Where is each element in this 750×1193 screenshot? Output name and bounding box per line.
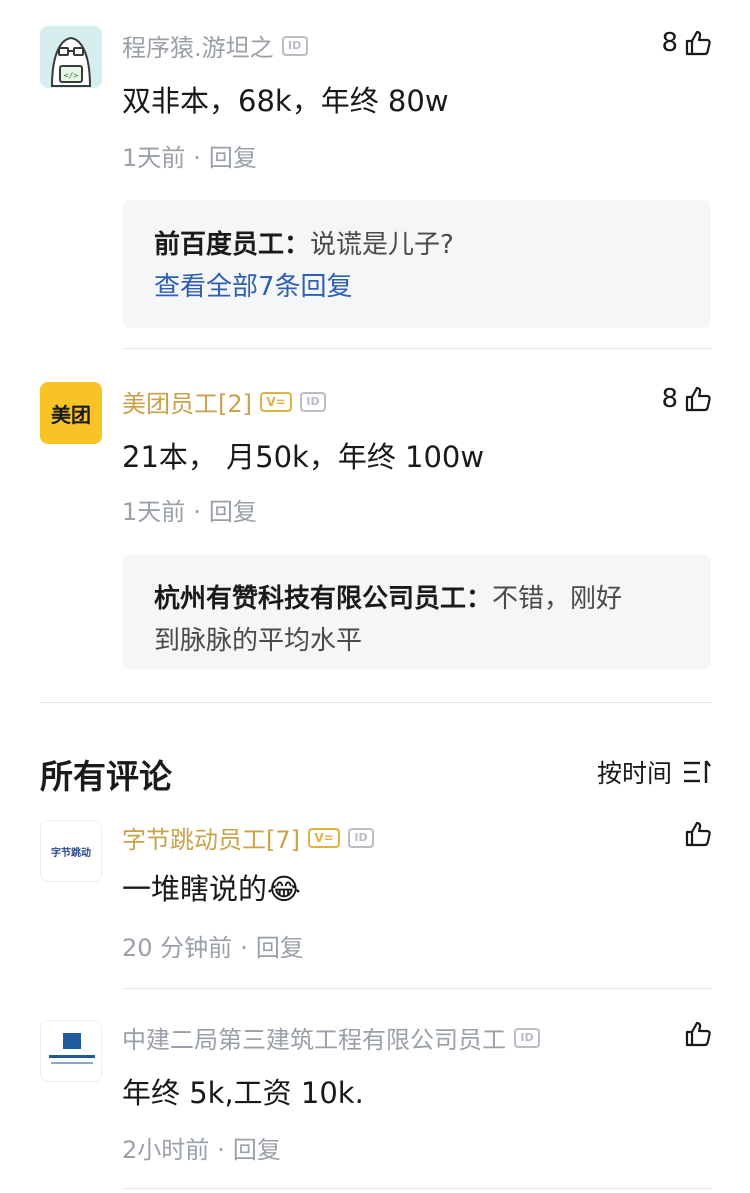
reply-author[interactable]: 前百度员工： xyxy=(154,230,310,260)
author-row: 字节跳动员工[7] V= ID xyxy=(122,820,374,855)
comment-time: 2小时前 xyxy=(122,1136,210,1164)
verified-badge-icon: V= xyxy=(260,391,292,412)
comment-time: 20 分钟前 xyxy=(122,934,233,962)
id-badge-icon: ID xyxy=(281,35,308,56)
comment-content: 一堆瞎说的😂 xyxy=(122,872,301,906)
bytedance-logo-text: 字节跳动 xyxy=(51,847,91,859)
meituan-logo-text: 美团 xyxy=(51,402,91,427)
sort-button[interactable]: 按时间 xyxy=(597,754,712,790)
reply-text: 说谎是儿子? xyxy=(310,230,454,260)
comment-meta: 1天前 · 回复 xyxy=(122,492,257,527)
author-name[interactable]: 美团员工[2] xyxy=(122,384,252,419)
reply-preview-box[interactable]: 前百度员工：说谎是儿子? 查看全部7条回复 xyxy=(122,200,711,328)
thumbs-up-icon xyxy=(685,1021,711,1047)
meta-separator: · xyxy=(193,498,201,526)
company-logo-icon xyxy=(49,1033,95,1064)
section-divider xyxy=(40,702,712,703)
sort-label: 按时间 xyxy=(596,759,672,788)
avatar[interactable]: </> xyxy=(40,26,102,88)
like-button[interactable]: 8 xyxy=(661,28,712,58)
divider xyxy=(122,1188,712,1189)
id-badge-icon: ID xyxy=(514,1027,540,1048)
thumbs-up-icon xyxy=(685,821,711,847)
like-button[interactable] xyxy=(684,1020,712,1048)
meta-separator: · xyxy=(193,144,201,172)
meta-separator: · xyxy=(240,934,248,962)
thumbs-up-icon xyxy=(685,386,711,412)
like-count: 8 xyxy=(661,384,678,414)
reply-text-continued: 到脉脉的平均水平 xyxy=(154,626,363,656)
comment-time: 1天前 xyxy=(122,498,186,526)
comment-meta: 2小时前 · 回复 xyxy=(122,1130,281,1165)
view-all-replies-link[interactable]: 查看全部7条回复 xyxy=(154,266,679,308)
comment-time: 1天前 xyxy=(122,144,186,172)
comments-page: </> 程序猿.游坦之 ID 8 双非本，68k，年终 80w 1天前 · 回复 前… xyxy=(0,0,750,1193)
reply-link[interactable]: 回复 xyxy=(233,1136,281,1164)
meta-separator: · xyxy=(217,1136,225,1164)
section-title: 所有评论 xyxy=(40,757,172,796)
like-count: 8 xyxy=(661,28,678,58)
reply-author[interactable]: 杭州有赞科技有限公司员工： xyxy=(154,584,492,614)
author-name[interactable]: 程序猿.游坦之 xyxy=(122,28,274,63)
reply-link[interactable]: 回复 xyxy=(209,498,257,526)
author-name[interactable]: 字节跳动员工[7] xyxy=(122,820,300,855)
verified-badge-icon: V= xyxy=(308,827,340,848)
avatar[interactable]: 美团 xyxy=(40,382,102,444)
comment-content: 双非本，68k，年终 80w xyxy=(122,84,449,118)
author-name[interactable]: 中建二局第三建筑工程有限公司员工 xyxy=(122,1020,506,1055)
reply-preview-line: 杭州有赞科技有限公司员工：不错，刚好 xyxy=(154,578,679,620)
reply-preview-box[interactable]: 杭州有赞科技有限公司员工：不错，刚好 到脉脉的平均水平 xyxy=(122,554,711,670)
sort-icon xyxy=(684,760,711,783)
like-button[interactable]: 8 xyxy=(661,384,712,414)
id-badge-icon: ID xyxy=(348,827,374,848)
author-row: 程序猿.游坦之 ID xyxy=(122,28,308,63)
reply-preview-line: 前百度员工：说谎是儿子? xyxy=(154,224,679,266)
thumbs-up-icon xyxy=(685,30,711,56)
comment-meta: 20 分钟前 · 回复 xyxy=(122,928,304,963)
comment-meta: 1天前 · 回复 xyxy=(122,138,257,173)
all-comments-header: 所有评论 按时间 xyxy=(0,750,750,796)
id-badge-icon: ID xyxy=(300,391,326,412)
comment-content: 年终 5k,工资 10k. xyxy=(122,1076,364,1110)
comment-content: 21本， 月50k，年终 100w xyxy=(122,440,485,474)
reply-text: 不错，刚好 xyxy=(492,584,623,614)
avatar[interactable]: 字节跳动 xyxy=(40,820,102,882)
author-row: 中建二局第三建筑工程有限公司员工 ID xyxy=(122,1020,540,1055)
divider xyxy=(122,348,712,349)
reply-link[interactable]: 回复 xyxy=(209,144,257,172)
reply-link[interactable]: 回复 xyxy=(256,934,304,962)
avatar[interactable] xyxy=(40,1020,102,1082)
programmer-avatar-icon: </> xyxy=(40,26,102,88)
author-row: 美团员工[2] V= ID xyxy=(122,384,326,419)
divider xyxy=(122,988,712,989)
like-button[interactable] xyxy=(684,820,712,848)
svg-text:</>: </> xyxy=(64,71,79,80)
